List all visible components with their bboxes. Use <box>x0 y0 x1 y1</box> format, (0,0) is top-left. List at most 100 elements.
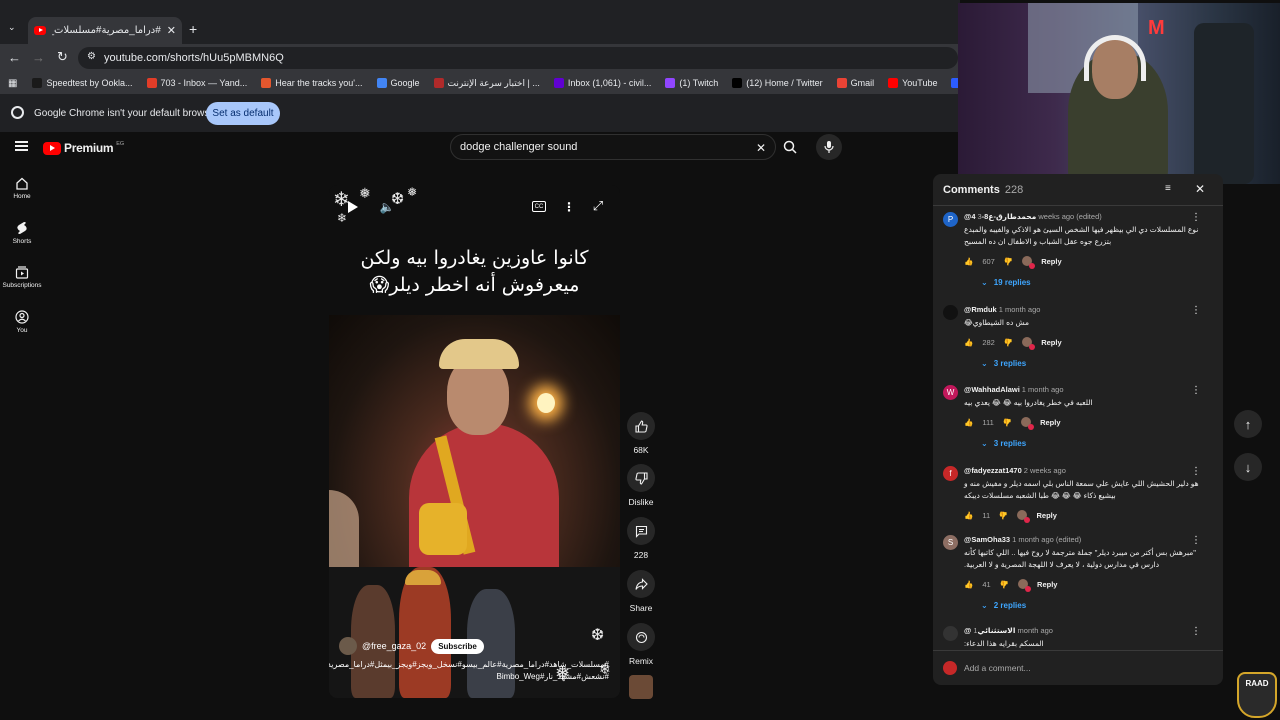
commenter-avatar[interactable]: P <box>943 212 958 227</box>
like-button[interactable]: 68K <box>622 412 660 455</box>
view-replies-button[interactable]: ⌄ 2 replies <box>981 601 1026 610</box>
comment-menu-icon[interactable]: ⋮ <box>1191 466 1201 478</box>
comment-author[interactable]: @WahhadAlawi <box>964 385 1020 394</box>
region-code: EG <box>116 141 125 147</box>
like-icon <box>634 419 648 433</box>
reply-button[interactable]: Reply <box>1037 580 1057 589</box>
bookmark-item[interactable]: Google <box>370 78 427 88</box>
view-replies-button[interactable]: ⌄ 19 replies <box>981 278 1031 287</box>
commenter-avatar[interactable]: W <box>943 385 958 400</box>
bookmark-item[interactable]: YouTube <box>881 78 944 88</box>
next-short-button[interactable]: ↓ <box>1234 453 1262 481</box>
voice-search-button[interactable] <box>816 134 842 160</box>
bookmark-label: Speedtest by Ookla... <box>46 78 133 88</box>
previous-short-button[interactable]: ↑ <box>1234 410 1262 438</box>
subscribe-button[interactable]: Subscribe <box>431 638 484 654</box>
fullscreen-button[interactable]: ⤢ <box>591 198 605 213</box>
comment-like-icon[interactable]: 👍 <box>964 580 973 589</box>
captions-button[interactable]: CC <box>532 201 546 212</box>
guide-subscriptions[interactable]: Subscriptions <box>0 266 44 289</box>
commenter-avatar[interactable]: S <box>943 535 958 550</box>
guide-shorts[interactable]: Shorts <box>0 221 44 245</box>
bookmark-item[interactable]: Hear the tracks you'... <box>254 78 369 88</box>
reply-button[interactable]: Reply <box>1041 338 1061 347</box>
remix-button[interactable]: Remix <box>622 623 660 666</box>
bookmark-item[interactable]: Inbox (1,061) - civil... <box>547 78 659 88</box>
comment-dislike-icon[interactable]: 👍 <box>1004 257 1013 266</box>
snowflake-decoration: ❅ <box>407 185 418 199</box>
comment-menu-icon[interactable]: ⋮ <box>1191 212 1201 224</box>
bookmark-item[interactable]: Speedtest by Ookla... <box>25 78 139 88</box>
actor-cap <box>405 570 441 585</box>
address-bar[interactable]: ⚙ youtube.com/shorts/hUu5pMBMN6Q <box>78 47 958 69</box>
browser-tab[interactable]: #دراما_مصرية#مسلسلات_شاهد# ✕ <box>28 17 182 44</box>
apps-icon[interactable]: ▦ <box>0 78 25 89</box>
comment-author[interactable]: @Rmduk <box>964 305 997 314</box>
comment-header: @محمدطارق-ع8-43 weeks ago (edited) <box>964 212 1102 221</box>
short-description[interactable]: #مسلسلات_شاهد#دراما_مصرية#عالم_بيسو#نسخل… <box>329 659 609 683</box>
view-replies-button[interactable]: ⌄ 3 replies <box>981 439 1026 448</box>
bookmark-item[interactable]: (1) Twitch <box>658 78 725 88</box>
youtube-logo[interactable]: Premium EG <box>43 141 124 155</box>
guide-home[interactable]: Home <box>0 177 44 200</box>
channel-avatar[interactable] <box>339 637 357 655</box>
bookmark-item[interactable]: (12) Home / Twitter <box>725 78 829 88</box>
back-icon[interactable]: ← <box>8 50 21 65</box>
view-replies-button[interactable]: ⌄ 3 replies <box>981 359 1026 368</box>
search-input[interactable]: dodge challenger sound ✕ <box>450 134 776 160</box>
bookmark-item[interactable]: اختبار سرعة الإنترنت | ... <box>427 78 547 89</box>
comment-dislike-icon[interactable]: 👍 <box>1000 580 1009 589</box>
reply-button[interactable]: Reply <box>1036 511 1056 520</box>
forward-icon[interactable]: → <box>32 50 45 65</box>
commenter-avatar[interactable] <box>943 305 958 320</box>
comment-author[interactable]: @SamOha33 <box>964 535 1010 544</box>
comment-like-icon[interactable]: 👍 <box>964 418 973 427</box>
comment-menu-icon[interactable]: ⋮ <box>1191 535 1201 547</box>
comment-text: اللعبه في خطر يغادروا بيه 😂 😂 يعدي بيه <box>964 398 1093 407</box>
comment-dislike-icon[interactable]: 👍 <box>1003 418 1012 427</box>
site-info-icon[interactable]: ⚙ <box>87 51 96 62</box>
commenter-avatar[interactable]: f <box>943 466 958 481</box>
channel-name[interactable]: @free_gaza_02 <box>362 641 426 651</box>
short-player[interactable]: ❄ ❅ ❆ ❄ ❅ 🔈 CC ⋮ ⤢ كانوا عاوزين يغادروا … <box>329 185 620 698</box>
more-options-button[interactable]: ⋮ <box>563 199 575 215</box>
comment-like-icon[interactable]: 👍 <box>964 257 973 266</box>
comment-menu-icon[interactable]: ⋮ <box>1191 385 1201 397</box>
bookmark-item[interactable]: Gmail <box>830 78 882 88</box>
add-comment-input[interactable]: Add a comment... <box>964 663 1031 673</box>
guide-you[interactable]: You <box>0 310 44 334</box>
dislike-button[interactable]: Dislike <box>622 464 660 507</box>
sound-thumbnail[interactable] <box>629 675 653 699</box>
remix-icon <box>635 631 647 643</box>
comment-author[interactable]: @محمدطارق-ع8-4 <box>964 212 1036 221</box>
set-default-button[interactable]: Set as default <box>206 102 280 125</box>
play-button[interactable] <box>345 199 361 215</box>
reply-button[interactable]: Reply <box>1041 257 1061 266</box>
menu-icon[interactable] <box>15 141 28 151</box>
comment-author[interactable]: @الاستثنائي <box>964 626 1015 635</box>
tab-title: #دراما_مصرية#مسلسلات_شاهد# <box>52 25 161 36</box>
creator-heart-icon <box>1022 256 1036 269</box>
comment-menu-icon[interactable]: ⋮ <box>1191 305 1201 317</box>
tab-search-icon[interactable]: ⌄ <box>8 22 20 34</box>
commenter-avatar[interactable] <box>943 626 958 641</box>
comment-author[interactable]: @fadyezzat1470 <box>964 466 1022 475</box>
comment-like-icon[interactable]: 👍 <box>964 338 973 347</box>
comment-dislike-icon[interactable]: 👍 <box>1004 338 1013 347</box>
comment-dislike-icon[interactable]: 👍 <box>999 511 1008 520</box>
bookmark-item[interactable]: 703 - Inbox — Yand... <box>140 78 255 88</box>
comment-menu-icon[interactable]: ⋮ <box>1191 626 1201 638</box>
sort-icon[interactable]: ≡ <box>1165 183 1171 194</box>
tab-close-icon[interactable]: ✕ <box>167 24 176 37</box>
comment-like-icon[interactable]: 👍 <box>964 511 973 520</box>
clear-search-icon[interactable]: ✕ <box>756 141 766 155</box>
search-button[interactable] <box>777 134 803 160</box>
close-comments-icon[interactable]: ✕ <box>1195 182 1205 196</box>
reply-button[interactable]: Reply <box>1040 418 1060 427</box>
mute-button[interactable]: 🔈 <box>379 199 395 215</box>
remix-label: Remix <box>628 656 654 666</box>
comments-button[interactable]: 228 <box>622 517 660 560</box>
share-button[interactable]: Share <box>622 570 660 613</box>
new-tab-icon[interactable]: + <box>189 21 197 37</box>
reload-icon[interactable]: ↻ <box>57 49 68 65</box>
